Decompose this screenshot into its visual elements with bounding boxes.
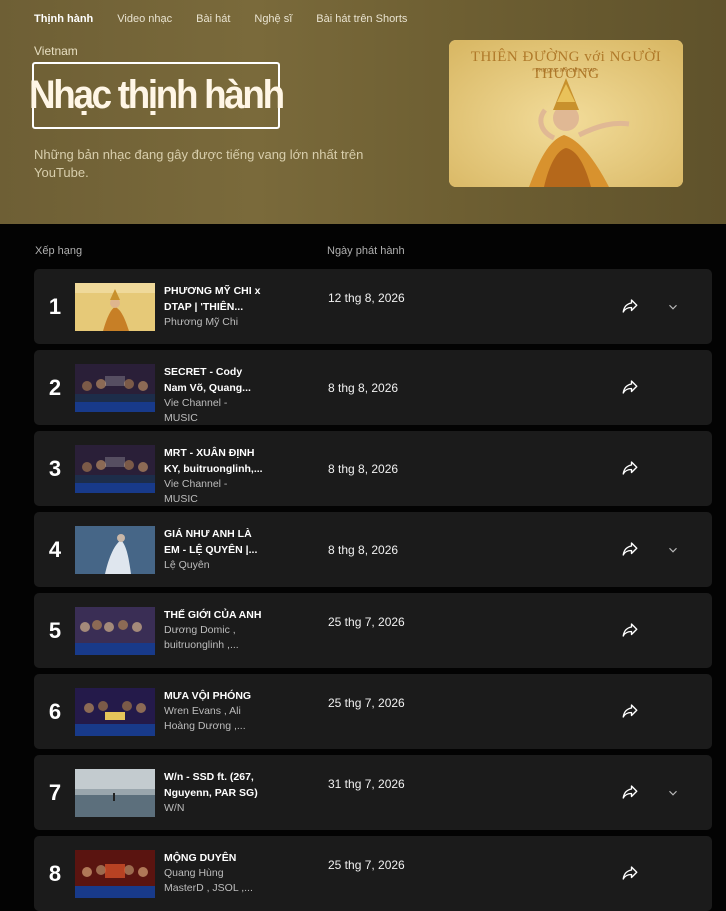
tab-shorts-songs[interactable]: Bài hát trên Shorts [316, 13, 407, 25]
song-title[interactable]: GIÁ NHƯ ANH LÀ EM - LỆ QUYÊN |... [164, 526, 264, 558]
tab-songs[interactable]: Bài hát [196, 13, 230, 25]
chart-row[interactable]: 8 MỘNG DUYÊN Quang Hùng MasterD , JSOL ,..… [34, 836, 712, 911]
page-subtitle: Những bản nhạc đang gây được tiếng vang … [34, 147, 364, 180]
release-date-column-header: Ngày phát hành [327, 245, 405, 257]
song-artist[interactable]: Dương Domic , buitruonglinh ,... [164, 623, 264, 653]
cover-caption: THIÊN ĐƯỜNG với NGƯỜI THƯƠNG [470, 49, 662, 82]
song-artist[interactable]: Vie Channel - MUSIC [164, 477, 264, 507]
release-date: 8 thg 8, 2026 [328, 462, 399, 476]
rank-number: 7 [48, 780, 62, 805]
song-artist[interactable]: Phương Mỹ Chi [164, 315, 264, 330]
chart-row[interactable]: 2 SECRET - Cody Nam Võ, Quang... Vie Chann… [34, 350, 712, 425]
video-thumbnail[interactable] [75, 445, 155, 493]
share-icon[interactable] [621, 378, 639, 396]
page-title: Nhạc thịnh hành [29, 73, 285, 117]
song-title[interactable]: W/n - SSD ft. (267, Nguyenn, PAR SG) [164, 769, 264, 801]
release-date: 8 thg 8, 2026 [328, 381, 399, 395]
release-date: 8 thg 8, 2026 [328, 543, 399, 557]
song-title[interactable]: PHƯƠNG MỸ CHI x DTAP | 'THIÊN... [164, 283, 264, 315]
video-thumbnail[interactable] [75, 364, 155, 412]
song-artist[interactable]: W/N [164, 801, 264, 816]
video-thumbnail[interactable] [75, 769, 155, 817]
share-icon[interactable] [621, 459, 639, 477]
rank-column-header: Xếp hạng [35, 245, 83, 257]
video-thumbnail[interactable] [75, 688, 155, 736]
tab-music-videos[interactable]: Video nhạc [117, 13, 172, 25]
song-title[interactable]: THẾ GIỚI CỦA ANH [164, 607, 264, 623]
chart-row[interactable]: 3 MRT - XUÂN ĐỊNH KY, buitruonglinh,... Vi… [34, 431, 712, 506]
release-date: 25 thg 7, 2026 [328, 696, 405, 710]
chevron-down-icon[interactable] [666, 543, 680, 557]
song-title[interactable]: MỘNG DUYÊN [164, 850, 264, 866]
chart-hero: Thịnh hành Video nhạc Bài hát Nghệ sĩ Bà… [0, 0, 726, 224]
rank-number: 1 [48, 294, 62, 319]
rank-number: 6 [48, 699, 62, 724]
share-icon[interactable] [621, 540, 639, 558]
song-artist[interactable]: Vie Channel - MUSIC [164, 396, 264, 426]
chart-row[interactable]: 4 GIÁ NHƯ ANH LÀ EM - LỆ QUYÊN |... Lệ Quy… [34, 512, 712, 587]
chart-row[interactable]: 5 THẾ GIỚI CỦA ANH Dương Domic , buitruong… [34, 593, 712, 668]
category-tabs: Thịnh hành Video nhạc Bài hát Nghệ sĩ Bà… [34, 13, 431, 25]
share-icon[interactable] [621, 621, 639, 639]
release-date: 31 thg 7, 2026 [328, 777, 405, 791]
song-artist[interactable]: Wren Evans , Ali Hoàng Dương ,... [164, 704, 264, 734]
video-thumbnail[interactable] [75, 283, 155, 331]
song-title[interactable]: MRT - XUÂN ĐỊNH KY, buitruonglinh,... [164, 445, 264, 477]
tab-trending[interactable]: Thịnh hành [34, 13, 93, 25]
release-date: 12 thg 8, 2026 [328, 291, 405, 305]
cover-subcaption: PHƯƠNG MỸ CHI × DTAP [535, 68, 597, 74]
chart-row[interactable]: 7 W/n - SSD ft. (267, Nguyenn, PAR SG) W/N… [34, 755, 712, 830]
release-date: 25 thg 7, 2026 [328, 858, 405, 872]
page-title-box: Nhạc thịnh hành [29, 62, 285, 129]
song-title[interactable]: SECRET - Cody Nam Võ, Quang... [164, 364, 264, 396]
chart-row[interactable]: 6 MƯA VỘI PHÓNG Wren Evans , Ali Hoàng Dươ… [34, 674, 712, 749]
video-thumbnail[interactable] [75, 607, 155, 655]
rank-number: 2 [48, 375, 62, 400]
chevron-down-icon[interactable] [666, 786, 680, 800]
chart-row[interactable]: 1 PHƯƠNG MỸ CHI x DTAP | 'THIÊN... Phương … [34, 269, 712, 344]
song-artist[interactable]: Lệ Quyên [164, 558, 264, 573]
rank-number: 8 [48, 861, 62, 886]
video-thumbnail[interactable] [75, 526, 155, 574]
share-icon[interactable] [621, 297, 639, 315]
country-label: Vietnam [34, 44, 78, 58]
release-date: 25 thg 7, 2026 [328, 615, 405, 629]
rank-number: 4 [48, 537, 62, 562]
rank-number: 5 [48, 618, 62, 643]
featured-cover-image[interactable]: THIÊN ĐƯỜNG với NGƯỜI THƯƠNG PHƯƠNG MỸ C… [449, 40, 683, 187]
chevron-down-icon[interactable] [666, 300, 680, 314]
song-artist[interactable]: Quang Hùng MasterD , JSOL ,... [164, 866, 264, 896]
share-icon[interactable] [621, 702, 639, 720]
song-title[interactable]: MƯA VỘI PHÓNG [164, 688, 264, 704]
share-icon[interactable] [621, 864, 639, 882]
tab-artists[interactable]: Nghệ sĩ [254, 13, 292, 25]
share-icon[interactable] [621, 783, 639, 801]
video-thumbnail[interactable] [75, 850, 155, 898]
rank-number: 3 [48, 456, 62, 481]
